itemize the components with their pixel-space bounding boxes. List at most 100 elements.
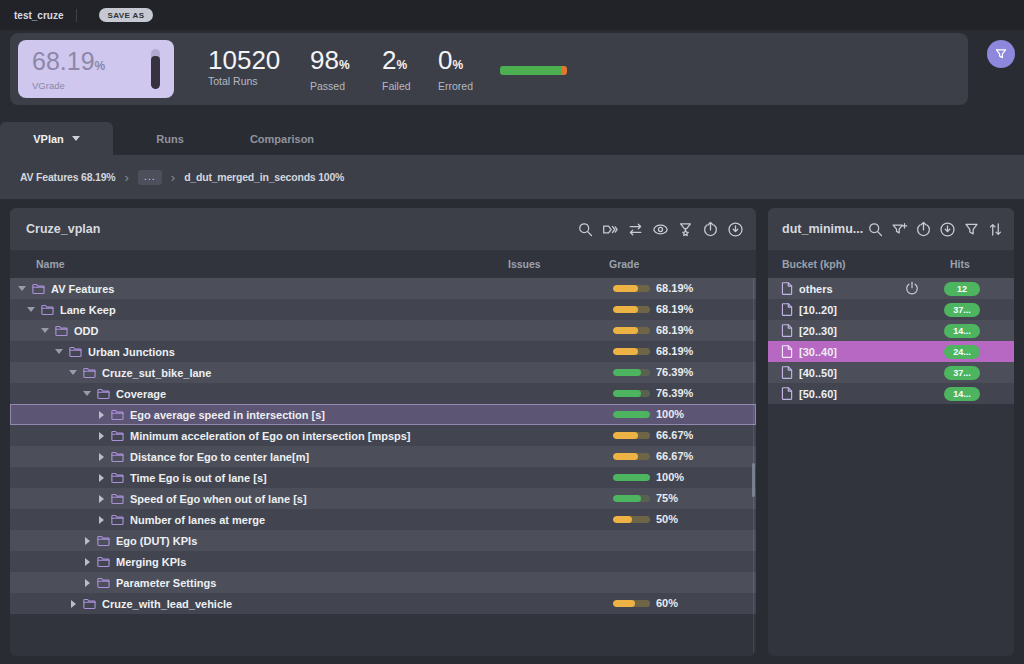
- bucket-row[interactable]: [50..60]14...: [768, 383, 1014, 404]
- collapse-caret[interactable]: [40, 328, 50, 333]
- vplan-tree-row[interactable]: Number of lanes at merge50%: [10, 509, 756, 530]
- expand-caret[interactable]: [82, 579, 92, 587]
- breadcrumb-item-current[interactable]: d_dut_merged_in_seconds 100%: [184, 171, 344, 183]
- grade-bar: [613, 474, 650, 481]
- expand-caret[interactable]: [96, 411, 106, 419]
- vplan-tree-row[interactable]: Ego (DUT) KPIs: [10, 530, 756, 551]
- chevron-down-icon: [72, 136, 80, 141]
- row-name: AV Features: [51, 283, 114, 295]
- upload-icon[interactable]: [915, 221, 932, 238]
- expand-caret[interactable]: [96, 453, 106, 461]
- run-status-bar: [500, 66, 567, 75]
- grade-bar: [613, 600, 650, 607]
- bucket-panel-header: dut_minimu...: [768, 208, 1014, 250]
- expand-caret[interactable]: [96, 516, 106, 524]
- vplan-tree-row[interactable]: Cruze_with_lead_vehicle60%: [10, 593, 756, 614]
- tag-icon[interactable]: [602, 221, 619, 238]
- bucket-name: [40..50]: [799, 367, 837, 379]
- expand-caret[interactable]: [96, 495, 106, 503]
- folder-icon: [110, 428, 125, 443]
- folder-icon: [68, 344, 83, 359]
- vertical-scrollbar[interactable]: [752, 463, 755, 497]
- vplan-tree-row[interactable]: AV Features 68.19%: [10, 278, 756, 299]
- folder-icon: [110, 512, 125, 527]
- folder-icon: [82, 596, 97, 611]
- vplan-tree-row[interactable]: Urban Junctions68.19%: [10, 341, 756, 362]
- vplan-tree-row[interactable]: Time Ego is out of lane [s]100%: [10, 467, 756, 488]
- row-name: Merging KPIs: [116, 556, 186, 568]
- tab-comparison[interactable]: Comparison: [250, 122, 314, 155]
- row-name: Time Ego is out of lane [s]: [130, 472, 267, 484]
- grade-bar: [613, 348, 650, 355]
- eye-icon[interactable]: [652, 221, 669, 238]
- collapse-caret[interactable]: [68, 370, 78, 375]
- vgrade-label: VGrade: [32, 80, 65, 91]
- filter-star-icon[interactable]: [677, 221, 694, 238]
- grade-value: 66.67%: [656, 446, 693, 467]
- breadcrumb-ellipsis-chip[interactable]: ...: [138, 170, 162, 185]
- expand-caret[interactable]: [96, 474, 106, 482]
- column-header-hits[interactable]: Hits: [950, 258, 970, 270]
- clock-icon[interactable]: [904, 280, 920, 296]
- tab-runs[interactable]: Runs: [156, 122, 184, 155]
- funnel-icon: [994, 47, 1008, 61]
- sort-icon[interactable]: [987, 221, 1004, 238]
- stats-panel: 68.19% VGrade 10520 Total Runs 98% Passe…: [10, 33, 968, 105]
- filter-fab-button[interactable]: [987, 40, 1015, 68]
- grade-bar: [613, 327, 650, 334]
- vplan-panel-title: Cruze_vplan: [26, 222, 100, 236]
- vplan-tree-row[interactable]: Cruze_sut_bike_lane76.39%: [10, 362, 756, 383]
- download-icon[interactable]: [727, 221, 744, 238]
- vplan-tree-row[interactable]: Merging KPIs: [10, 551, 756, 572]
- download-icon[interactable]: [939, 221, 956, 238]
- bucket-row[interactable]: [20..30]14...: [768, 320, 1014, 341]
- bucket-row[interactable]: [40..50]37...: [768, 362, 1014, 383]
- collapse-caret[interactable]: [82, 391, 92, 396]
- vplan-tree-row[interactable]: Ego average speed in intersection [s]100…: [10, 404, 756, 425]
- bucket-row[interactable]: others12: [768, 278, 1014, 299]
- breadcrumb-item-av-features[interactable]: AV Features 68.19%: [20, 171, 115, 183]
- vplan-tree-row[interactable]: Speed of Ego when out of lane [s]75%: [10, 488, 756, 509]
- bucket-row[interactable]: [10..20]37...: [768, 299, 1014, 320]
- vplan-tree-row[interactable]: Minimum acceleration of Ego on intersect…: [10, 425, 756, 446]
- filter-plus-icon[interactable]: [891, 221, 908, 238]
- vplan-tree-row[interactable]: ODD68.19%: [10, 320, 756, 341]
- expand-caret[interactable]: [68, 600, 78, 608]
- column-header-bucket[interactable]: Bucket (kph): [782, 258, 846, 270]
- folder-icon: [82, 365, 97, 380]
- column-header-name[interactable]: Name: [36, 258, 65, 270]
- folder-icon: [96, 386, 111, 401]
- column-header-issues[interactable]: Issues: [508, 258, 541, 270]
- vplan-tree-row[interactable]: Distance for Ego to center lane[m]66.67%: [10, 446, 756, 467]
- grade-value: 68.19%: [656, 278, 693, 299]
- search-icon[interactable]: [867, 221, 884, 238]
- column-header-grade[interactable]: Grade: [609, 258, 639, 270]
- collapse-caret[interactable]: [54, 349, 64, 354]
- folder-icon: [40, 302, 55, 317]
- grade-bar: [613, 369, 650, 376]
- grade-value: 68.19%: [656, 299, 693, 320]
- grade-bar: [613, 285, 650, 292]
- expand-caret[interactable]: [82, 537, 92, 545]
- tab-vplan[interactable]: VPlan: [0, 122, 113, 155]
- collapse-caret[interactable]: [26, 307, 36, 312]
- swap-icon[interactable]: [627, 221, 644, 238]
- expand-caret[interactable]: [82, 558, 92, 566]
- expand-caret[interactable]: [96, 432, 106, 440]
- vplan-tree-row[interactable]: Coverage76.39%: [10, 383, 756, 404]
- grade-value: 75%: [656, 488, 678, 509]
- folder-icon: [96, 575, 111, 590]
- folder-icon: [96, 554, 111, 569]
- grade-value: 100%: [656, 404, 684, 425]
- grade-bar: [613, 306, 650, 313]
- collapse-caret[interactable]: [17, 286, 27, 291]
- bucket-row[interactable]: [30..40]24...: [768, 341, 1014, 362]
- upload-icon[interactable]: [702, 221, 719, 238]
- save-as-button[interactable]: SAVE AS: [99, 8, 152, 22]
- vplan-tree-row[interactable]: Lane Keep68.19%: [10, 299, 756, 320]
- folder-icon: [110, 407, 125, 422]
- grade-value: 76.39%: [656, 362, 693, 383]
- search-icon[interactable]: [577, 221, 594, 238]
- filter-icon[interactable]: [963, 221, 980, 238]
- vplan-tree-row[interactable]: Parameter Settings: [10, 572, 756, 593]
